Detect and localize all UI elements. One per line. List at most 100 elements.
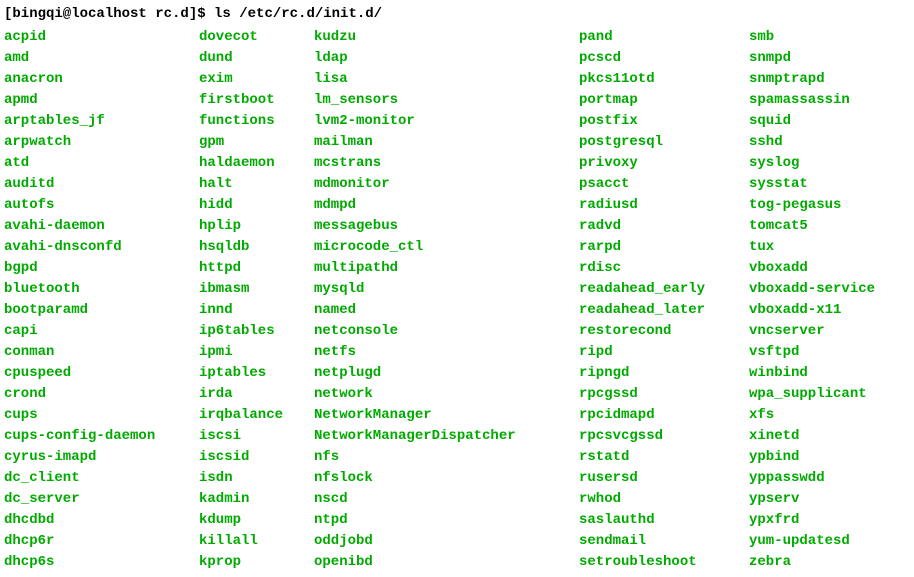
file-entry: openibd xyxy=(314,552,579,573)
file-entry: cups-config-daemon xyxy=(4,426,199,447)
file-entry: mailman xyxy=(314,132,579,153)
file-entry: postfix xyxy=(579,111,749,132)
file-entry: iscsi xyxy=(199,426,314,447)
file-entry: privoxy xyxy=(579,153,749,174)
shell-prompt-line: [bingqi@localhost rc.d]$ ls /etc/rc.d/in… xyxy=(4,4,910,25)
file-entry: functions xyxy=(199,111,314,132)
file-entry: hsqldb xyxy=(199,237,314,258)
file-entry: netconsole xyxy=(314,321,579,342)
file-entry: yum-updatesd xyxy=(749,531,875,552)
file-entry: cyrus-imapd xyxy=(4,447,199,468)
file-entry: isdn xyxy=(199,468,314,489)
file-entry: named xyxy=(314,300,579,321)
file-entry: firstboot xyxy=(199,90,314,111)
file-entry: ripngd xyxy=(579,363,749,384)
ls-column-1: dovecot dund exim firstboot functions gp… xyxy=(199,27,314,573)
file-entry: sysstat xyxy=(749,174,875,195)
file-entry: cups xyxy=(4,405,199,426)
file-entry: restorecond xyxy=(579,321,749,342)
file-entry: sshd xyxy=(749,132,875,153)
file-entry: tomcat5 xyxy=(749,216,875,237)
file-entry: NetworkManager xyxy=(314,405,579,426)
file-entry: squid xyxy=(749,111,875,132)
file-entry: oddjobd xyxy=(314,531,579,552)
file-entry: mysqld xyxy=(314,279,579,300)
file-entry: ripd xyxy=(579,342,749,363)
file-entry: killall xyxy=(199,531,314,552)
file-entry: microcode_ctl xyxy=(314,237,579,258)
file-entry: sendmail xyxy=(579,531,749,552)
file-entry: readahead_later xyxy=(579,300,749,321)
file-entry: rpcsvcgssd xyxy=(579,426,749,447)
file-entry: auditd xyxy=(4,174,199,195)
file-entry: lvm2-monitor xyxy=(314,111,579,132)
file-entry: iptables xyxy=(199,363,314,384)
file-entry: setroubleshoot xyxy=(579,552,749,573)
file-entry: portmap xyxy=(579,90,749,111)
file-entry: lisa xyxy=(314,69,579,90)
file-entry: readahead_early xyxy=(579,279,749,300)
file-entry: kdump xyxy=(199,510,314,531)
file-entry: yppasswdd xyxy=(749,468,875,489)
file-entry: vboxadd-x11 xyxy=(749,300,875,321)
file-entry: dhcdbd xyxy=(4,510,199,531)
file-entry: dhcp6s xyxy=(4,552,199,573)
file-entry: mdmpd xyxy=(314,195,579,216)
file-entry: vncserver xyxy=(749,321,875,342)
file-entry: smb xyxy=(749,27,875,48)
file-entry: rstatd xyxy=(579,447,749,468)
ls-column-2: kudzu ldap lisa lm_sensors lvm2-monitor … xyxy=(314,27,579,573)
file-entry: netfs xyxy=(314,342,579,363)
file-entry: bluetooth xyxy=(4,279,199,300)
file-entry: dc_client xyxy=(4,468,199,489)
file-entry: wpa_supplicant xyxy=(749,384,875,405)
file-entry: halt xyxy=(199,174,314,195)
file-entry: conman xyxy=(4,342,199,363)
file-entry: vsftpd xyxy=(749,342,875,363)
file-entry: snmptrapd xyxy=(749,69,875,90)
file-entry: NetworkManagerDispatcher xyxy=(314,426,579,447)
file-entry: exim xyxy=(199,69,314,90)
file-entry: autofs xyxy=(4,195,199,216)
ls-column-3: pand pcscd pkcs11otd portmap postfix pos… xyxy=(579,27,749,573)
file-entry: pand xyxy=(579,27,749,48)
file-entry: psacct xyxy=(579,174,749,195)
file-entry: ip6tables xyxy=(199,321,314,342)
file-entry: atd xyxy=(4,153,199,174)
file-entry: vboxadd-service xyxy=(749,279,875,300)
file-entry: cpuspeed xyxy=(4,363,199,384)
file-entry: rpcidmapd xyxy=(579,405,749,426)
shell-prompt: [bingqi@localhost rc.d]$ ls /etc/rc.d/in… xyxy=(4,6,382,22)
file-entry: xfs xyxy=(749,405,875,426)
file-entry: innd xyxy=(199,300,314,321)
file-entry: rwhod xyxy=(579,489,749,510)
file-entry: saslauthd xyxy=(579,510,749,531)
file-entry: ldap xyxy=(314,48,579,69)
file-entry: xinetd xyxy=(749,426,875,447)
file-entry: amd xyxy=(4,48,199,69)
file-entry: radvd xyxy=(579,216,749,237)
file-entry: ypbind xyxy=(749,447,875,468)
file-entry: rusersd xyxy=(579,468,749,489)
file-entry: zebra xyxy=(749,552,875,573)
file-entry: arpwatch xyxy=(4,132,199,153)
file-entry: pcscd xyxy=(579,48,749,69)
file-entry: dund xyxy=(199,48,314,69)
file-entry: mcstrans xyxy=(314,153,579,174)
file-entry: winbind xyxy=(749,363,875,384)
file-entry: spamassassin xyxy=(749,90,875,111)
file-entry: tux xyxy=(749,237,875,258)
file-entry: irqbalance xyxy=(199,405,314,426)
file-entry: iscsid xyxy=(199,447,314,468)
file-entry: ibmasm xyxy=(199,279,314,300)
file-entry: acpid xyxy=(4,27,199,48)
file-entry: snmpd xyxy=(749,48,875,69)
ls-column-4: smb snmpd snmptrapd spamassassin squid s… xyxy=(749,27,875,573)
file-entry: haldaemon xyxy=(199,153,314,174)
file-entry: radiusd xyxy=(579,195,749,216)
file-entry: avahi-dnsconfd xyxy=(4,237,199,258)
file-entry: ntpd xyxy=(314,510,579,531)
file-entry: nfslock xyxy=(314,468,579,489)
file-entry: rdisc xyxy=(579,258,749,279)
file-entry: arptables_jf xyxy=(4,111,199,132)
